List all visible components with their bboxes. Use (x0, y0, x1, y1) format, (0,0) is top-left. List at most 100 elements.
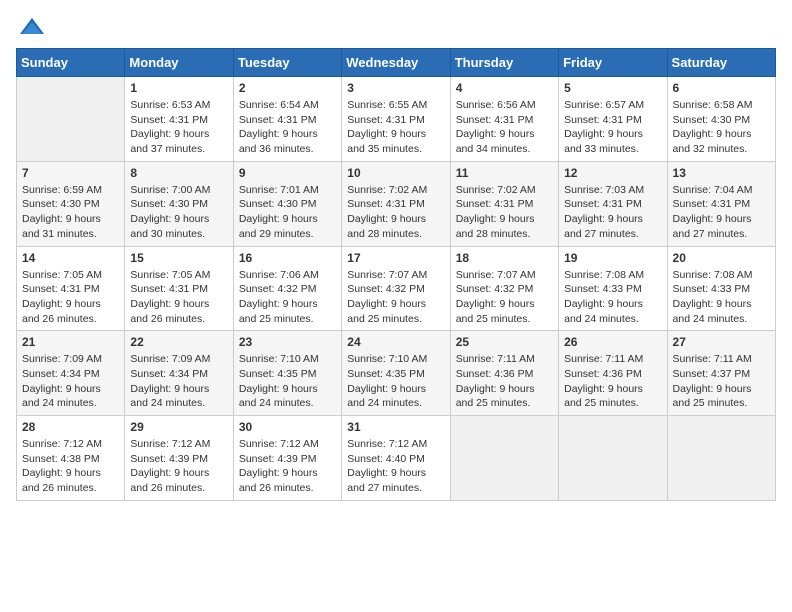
calendar-cell: 5 Sunrise: 6:57 AMSunset: 4:31 PMDaylight… (559, 77, 667, 162)
day-info: Sunrise: 6:58 AMSunset: 4:30 PMDaylight:… (673, 98, 770, 157)
day-info: Sunrise: 7:10 AMSunset: 4:35 PMDaylight:… (239, 352, 336, 411)
calendar-week-row: 14 Sunrise: 7:05 AMSunset: 4:31 PMDayligh… (17, 246, 776, 331)
day-info: Sunrise: 6:54 AMSunset: 4:31 PMDaylight:… (239, 98, 336, 157)
day-info: Sunrise: 7:10 AMSunset: 4:35 PMDaylight:… (347, 352, 444, 411)
calendar-cell: 7 Sunrise: 6:59 AMSunset: 4:30 PMDaylight… (17, 161, 125, 246)
day-info: Sunrise: 7:00 AMSunset: 4:30 PMDaylight:… (130, 183, 227, 242)
calendar-cell: 15Sunrise: 7:05 AMSunset: 4:31 PMDayligh… (125, 246, 233, 331)
calendar-cell: 24 Sunrise: 7:10 AMSunset: 4:35 PMDayligh… (342, 331, 450, 416)
day-number: 17 (347, 251, 444, 265)
day-info: Sunrise: 7:12 AMSunset: 4:40 PMDaylight:… (347, 437, 444, 496)
day-number: 30 (239, 420, 336, 434)
calendar-cell: 25Sunrise: 7:11 AMSunset: 4:36 PMDayligh… (450, 331, 558, 416)
calendar-week-row: 21 Sunrise: 7:09 AMSunset: 4:34 PMDayligh… (17, 331, 776, 416)
calendar-cell: 9 Sunrise: 7:01 AMSunset: 4:30 PMDaylight… (233, 161, 341, 246)
day-number: 29 (130, 420, 227, 434)
day-info: Sunrise: 7:09 AMSunset: 4:34 PMDaylight:… (130, 352, 227, 411)
calendar-cell: 27 Sunrise: 7:11 AMSunset: 4:37 PMDayligh… (667, 331, 775, 416)
day-number: 24 (347, 335, 444, 349)
calendar-cell: 26Sunrise: 7:11 AMSunset: 4:36 PMDayligh… (559, 331, 667, 416)
day-info: Sunrise: 7:11 AMSunset: 4:37 PMDaylight:… (673, 352, 770, 411)
logo (16, 16, 46, 36)
day-number: 31 (347, 420, 444, 434)
day-number: 2 (239, 81, 336, 95)
day-number: 4 (456, 81, 553, 95)
calendar-cell: 16 Sunrise: 7:06 AMSunset: 4:32 PMDayligh… (233, 246, 341, 331)
day-number: 1 (130, 81, 227, 95)
page-header (16, 16, 776, 36)
calendar-cell: 3Sunrise: 6:55 AMSunset: 4:31 PMDaylight… (342, 77, 450, 162)
day-info: Sunrise: 6:53 AMSunset: 4:31 PMDaylight:… (130, 98, 227, 157)
day-info: Sunrise: 7:05 AMSunset: 4:31 PMDaylight:… (22, 268, 119, 327)
calendar-cell: 20Sunrise: 7:08 AMSunset: 4:33 PMDayligh… (667, 246, 775, 331)
calendar-cell: 13 Sunrise: 7:04 AMSunset: 4:31 PMDayligh… (667, 161, 775, 246)
day-info: Sunrise: 7:09 AMSunset: 4:34 PMDaylight:… (22, 352, 119, 411)
calendar-week-row: 7 Sunrise: 6:59 AMSunset: 4:30 PMDaylight… (17, 161, 776, 246)
day-number: 15 (130, 251, 227, 265)
day-number: 11 (456, 166, 553, 180)
day-info: Sunrise: 7:04 AMSunset: 4:31 PMDaylight:… (673, 183, 770, 242)
day-header-friday: Friday (559, 49, 667, 77)
day-info: Sunrise: 7:01 AMSunset: 4:30 PMDaylight:… (239, 183, 336, 242)
calendar-cell: 18 Sunrise: 7:07 AMSunset: 4:32 PMDayligh… (450, 246, 558, 331)
calendar-cell: 22 Sunrise: 7:09 AMSunset: 4:34 PMDayligh… (125, 331, 233, 416)
day-header-wednesday: Wednesday (342, 49, 450, 77)
day-info: Sunrise: 7:12 AMSunset: 4:39 PMDaylight:… (130, 437, 227, 496)
day-number: 13 (673, 166, 770, 180)
day-info: Sunrise: 7:08 AMSunset: 4:33 PMDaylight:… (673, 268, 770, 327)
calendar-cell: 8 Sunrise: 7:00 AMSunset: 4:30 PMDaylight… (125, 161, 233, 246)
day-number: 28 (22, 420, 119, 434)
calendar-cell (17, 77, 125, 162)
day-number: 3 (347, 81, 444, 95)
calendar-cell: 12 Sunrise: 7:03 AMSunset: 4:31 PMDayligh… (559, 161, 667, 246)
day-info: Sunrise: 7:11 AMSunset: 4:36 PMDaylight:… (456, 352, 553, 411)
day-info: Sunrise: 7:06 AMSunset: 4:32 PMDaylight:… (239, 268, 336, 327)
calendar-cell: 31 Sunrise: 7:12 AMSunset: 4:40 PMDayligh… (342, 416, 450, 501)
day-info: Sunrise: 7:12 AMSunset: 4:39 PMDaylight:… (239, 437, 336, 496)
day-info: Sunrise: 6:57 AMSunset: 4:31 PMDaylight:… (564, 98, 661, 157)
day-info: Sunrise: 7:02 AMSunset: 4:31 PMDaylight:… (347, 183, 444, 242)
day-number: 16 (239, 251, 336, 265)
calendar-cell: 11 Sunrise: 7:02 AMSunset: 4:31 PMDayligh… (450, 161, 558, 246)
calendar-cell: 17Sunrise: 7:07 AMSunset: 4:32 PMDayligh… (342, 246, 450, 331)
day-number: 22 (130, 335, 227, 349)
calendar-cell (667, 416, 775, 501)
calendar-cell: 29 Sunrise: 7:12 AMSunset: 4:39 PMDayligh… (125, 416, 233, 501)
day-number: 18 (456, 251, 553, 265)
day-number: 23 (239, 335, 336, 349)
calendar-cell: 10Sunrise: 7:02 AMSunset: 4:31 PMDayligh… (342, 161, 450, 246)
day-header-sunday: Sunday (17, 49, 125, 77)
day-number: 7 (22, 166, 119, 180)
calendar-header-row: SundayMondayTuesdayWednesdayThursdayFrid… (17, 49, 776, 77)
day-number: 26 (564, 335, 661, 349)
day-info: Sunrise: 7:02 AMSunset: 4:31 PMDaylight:… (456, 183, 553, 242)
day-number: 14 (22, 251, 119, 265)
day-number: 21 (22, 335, 119, 349)
day-number: 5 (564, 81, 661, 95)
day-number: 9 (239, 166, 336, 180)
day-number: 6 (673, 81, 770, 95)
day-info: Sunrise: 6:59 AMSunset: 4:30 PMDaylight:… (22, 183, 119, 242)
day-info: Sunrise: 6:56 AMSunset: 4:31 PMDaylight:… (456, 98, 553, 157)
calendar-week-row: 28 Sunrise: 7:12 AMSunset: 4:38 PMDayligh… (17, 416, 776, 501)
calendar-cell: 6 Sunrise: 6:58 AMSunset: 4:30 PMDaylight… (667, 77, 775, 162)
calendar-cell: 19 Sunrise: 7:08 AMSunset: 4:33 PMDayligh… (559, 246, 667, 331)
calendar-cell: 2 Sunrise: 6:54 AMSunset: 4:31 PMDaylight… (233, 77, 341, 162)
day-header-tuesday: Tuesday (233, 49, 341, 77)
day-number: 27 (673, 335, 770, 349)
calendar-table: SundayMondayTuesdayWednesdayThursdayFrid… (16, 48, 776, 501)
day-header-thursday: Thursday (450, 49, 558, 77)
day-number: 19 (564, 251, 661, 265)
day-info: Sunrise: 7:08 AMSunset: 4:33 PMDaylight:… (564, 268, 661, 327)
calendar-cell: 4 Sunrise: 6:56 AMSunset: 4:31 PMDaylight… (450, 77, 558, 162)
calendar-cell: 23 Sunrise: 7:10 AMSunset: 4:35 PMDayligh… (233, 331, 341, 416)
day-header-saturday: Saturday (667, 49, 775, 77)
calendar-cell: 1 Sunrise: 6:53 AMSunset: 4:31 PMDaylight… (125, 77, 233, 162)
day-info: Sunrise: 7:07 AMSunset: 4:32 PMDaylight:… (456, 268, 553, 327)
day-info: Sunrise: 7:12 AMSunset: 4:38 PMDaylight:… (22, 437, 119, 496)
day-info: Sunrise: 7:03 AMSunset: 4:31 PMDaylight:… (564, 183, 661, 242)
logo-icon (18, 16, 46, 36)
calendar-cell (450, 416, 558, 501)
day-number: 12 (564, 166, 661, 180)
day-number: 8 (130, 166, 227, 180)
